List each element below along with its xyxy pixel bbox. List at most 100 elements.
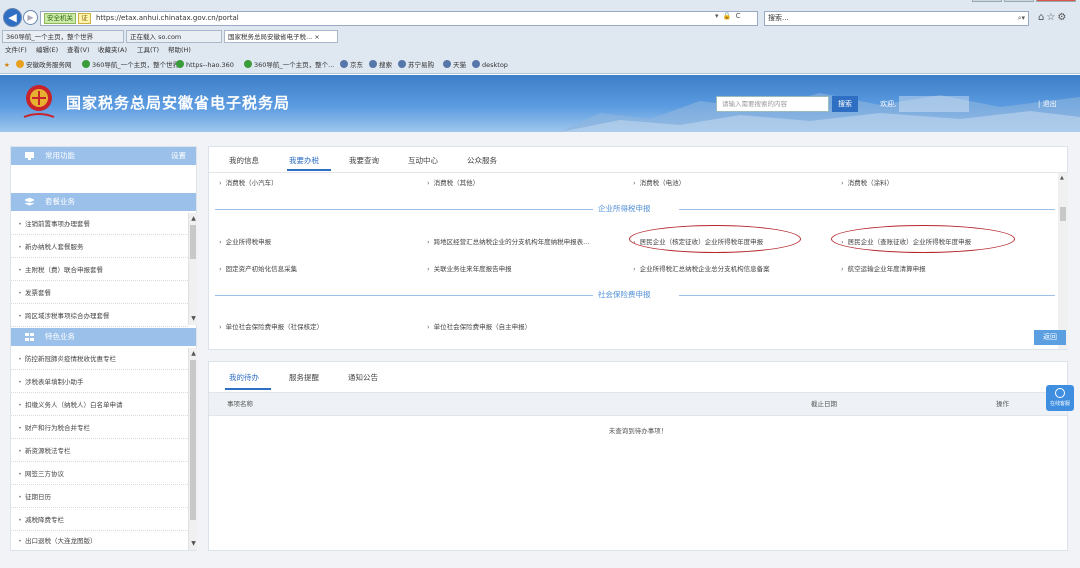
menu-file[interactable]: 文件(F) — [5, 44, 27, 56]
sidebar-item[interactable]: 主附税（费）联合申报套餐 — [11, 259, 188, 281]
sidebar-item[interactable]: 跨区域涉税事项综合办理套餐 — [11, 305, 188, 327]
link-corporate-income-tax[interactable]: 企业所得税申报 — [219, 236, 272, 246]
sidebar-item[interactable]: 减税降费专栏 — [11, 509, 188, 531]
scroll-thumb[interactable] — [1060, 207, 1066, 221]
link-social-insurance-self[interactable]: 单位社会保险费申报（自主申报） — [427, 321, 532, 331]
sidebar-item[interactable]: 网签三方协议 — [11, 463, 188, 485]
scroll-thumb[interactable] — [190, 225, 196, 259]
link-social-insurance-assessed[interactable]: 单位社会保险费申报（社保核定） — [219, 321, 324, 331]
tab-so[interactable]: 正在载入 so.com — [126, 30, 222, 43]
tab-etax[interactable]: 国家税务总局安徽省电子税... × — [224, 30, 338, 43]
gear-icon[interactable]: ⚙ — [1057, 12, 1068, 23]
highlight-oval — [831, 225, 1015, 253]
sidebar-item[interactable]: 征期日历 — [11, 486, 188, 508]
link-consumption-tax-other[interactable]: 消费税（其他） — [427, 177, 480, 187]
package-business-header[interactable]: 套餐业务 — [11, 193, 196, 211]
tab-360[interactable]: 360导航_一个主页，整个世界 — [2, 30, 124, 43]
scroll-down-icon[interactable]: ▼ — [189, 540, 198, 548]
tab-my-todo[interactable]: 我的待办 — [229, 372, 259, 383]
return-button[interactable]: 返回 — [1034, 330, 1066, 345]
link-consumption-tax-battery[interactable]: 消费税（电池） — [633, 177, 686, 187]
fav-item[interactable]: 360导航_一个主页，整个... — [244, 58, 334, 72]
favorites-star-icon[interactable]: ★ — [4, 58, 10, 72]
online-support-label: 在线客服 — [1049, 401, 1070, 407]
browser-search-input[interactable]: 搜索... ⌕▾ — [764, 11, 1029, 26]
fav-label: 天猫 — [453, 61, 466, 69]
sidebar-item[interactable]: 防控新冠肺炎疫情税收优惠专栏 — [11, 348, 188, 370]
link-fixed-asset-init[interactable]: 固定资产初始化信息采集 — [219, 263, 298, 273]
tab-my-info[interactable]: 我的信息 — [229, 155, 259, 166]
scroll-up-icon[interactable]: ▲ — [189, 215, 198, 223]
link-consumption-tax-paint[interactable]: 消费税（涂料） — [841, 177, 894, 187]
common-functions-header[interactable]: 常用功能 设置 — [11, 147, 196, 165]
menu-tools[interactable]: 工具(T) — [137, 44, 159, 56]
url-controls[interactable]: ▾ 🔒 C — [715, 12, 742, 20]
menu-bar: 文件(F) 编辑(E) 查看(V) 收藏夹(A) 工具(T) 帮助(H) — [0, 44, 1080, 56]
fav-icon — [398, 60, 406, 68]
sidebar-item[interactable]: 新办纳税人套餐服务 — [11, 236, 188, 258]
package-business-title: 套餐业务 — [45, 197, 75, 206]
link-related-party-report[interactable]: 关联业务往来年度报告申报 — [427, 263, 512, 273]
fav-item[interactable]: 安徽政务服务网 — [16, 58, 72, 72]
fav-item[interactable]: 360导航_一个主页，整个世界 — [82, 58, 179, 72]
settings-link[interactable]: 设置 — [171, 147, 186, 165]
fav-item[interactable]: desktop — [472, 58, 508, 72]
link-consolidated-branch-filing[interactable]: 企业所得税汇总纳税企业总分支机构信息备案 — [633, 263, 770, 273]
section-title-income-tax: 企业所得税申报 — [598, 204, 651, 213]
scroll-up-icon[interactable]: ▲ — [189, 350, 198, 358]
sidebar-item[interactable]: 注销前置事项办理套餐 — [11, 213, 188, 235]
fav-item[interactable]: 搜索 — [369, 58, 392, 72]
sidebar-item[interactable]: 扣缴义务人（纳税人）白名单申请 — [11, 394, 188, 416]
fav-item[interactable]: 苏宁易购 — [398, 58, 434, 72]
site-search-button[interactable]: 搜索 — [832, 96, 858, 112]
tab-strip: 360导航_一个主页，整个世界 正在载入 so.com 国家税务总局安徽省电子税… — [0, 30, 1080, 43]
sidebar-item[interactable]: 发票套餐 — [11, 282, 188, 304]
menu-help[interactable]: 帮助(H) — [168, 44, 191, 56]
fav-item[interactable]: 天猫 — [443, 58, 466, 72]
sidebar-item[interactable]: 涉税表单填制小助手 — [11, 371, 188, 393]
link-consumption-tax-car[interactable]: 消费税（小汽车） — [219, 177, 278, 187]
scroll-thumb[interactable] — [190, 360, 196, 520]
fav-item[interactable]: https--hao.360 — [176, 58, 234, 72]
scroll-up-icon[interactable]: ▲ — [1060, 175, 1066, 181]
address-bar[interactable]: 安全机关 证 https://etax.anhui.chinatax.gov.c… — [40, 11, 758, 26]
tab-divider — [209, 172, 1067, 173]
featured-scrollbar[interactable]: ▲ ▼ — [188, 348, 197, 550]
logout-link[interactable]: | 退出 — [1038, 99, 1057, 109]
fav-label: 360导航_一个主页，整个... — [254, 61, 335, 69]
link-branch-annual-return[interactable]: 跨地区经营汇总纳税企业的分支机构年度纳税申报表... — [427, 236, 590, 246]
package-scrollbar[interactable]: ▲ ▼ — [188, 213, 197, 325]
tab-interaction[interactable]: 互动中心 — [408, 155, 438, 166]
panel-scrollbar[interactable]: ▲ — [1058, 173, 1068, 349]
tab-query[interactable]: 我要查询 — [349, 155, 379, 166]
back-button[interactable]: ◀ — [3, 8, 22, 27]
sidebar-item[interactable]: 新资源税法专栏 — [11, 440, 188, 462]
tab-tax-filing[interactable]: 我要办税 — [289, 155, 319, 166]
online-support-button[interactable]: 在线客服 — [1046, 385, 1074, 411]
star-icon[interactable]: ☆ — [1046, 12, 1057, 23]
menu-view[interactable]: 查看(V) — [67, 44, 90, 56]
link-airline-settlement[interactable]: 航空运输企业年度清算申报 — [841, 263, 926, 273]
sidebar-item[interactable]: 财产和行为税合并专栏 — [11, 417, 188, 439]
section-divider — [215, 295, 593, 296]
tab-public-service[interactable]: 公众服务 — [467, 155, 497, 166]
scroll-down-icon[interactable]: ▼ — [189, 315, 198, 323]
menu-favorites[interactable]: 收藏夹(A) — [98, 44, 127, 56]
secure-tag: 安全机关 — [44, 13, 76, 24]
featured-business-header[interactable]: 特色业务 — [11, 328, 196, 346]
sidebar-item[interactable]: 出口退税（大连龙图版） — [11, 530, 188, 552]
tab-service-reminder[interactable]: 服务提醒 — [289, 372, 319, 383]
tab-notice[interactable]: 通知公告 — [348, 372, 378, 383]
close-tab-icon[interactable]: × — [314, 33, 319, 41]
welcome-text: 欢迎, — [880, 100, 897, 108]
forward-button[interactable]: ▶ — [23, 10, 38, 25]
fav-item[interactable]: 京东 — [340, 58, 363, 72]
maximize-button[interactable] — [1004, 0, 1034, 2]
close-window-button[interactable] — [1036, 0, 1076, 2]
search-icon[interactable]: ⌕▾ — [1018, 12, 1025, 25]
fav-label: 搜索 — [379, 61, 392, 69]
menu-edit[interactable]: 编辑(E) — [36, 44, 58, 56]
site-search-input[interactable]: 请输入需要搜索的内容 — [716, 96, 829, 112]
minimize-button[interactable] — [972, 0, 1002, 2]
fav-icon — [176, 60, 184, 68]
